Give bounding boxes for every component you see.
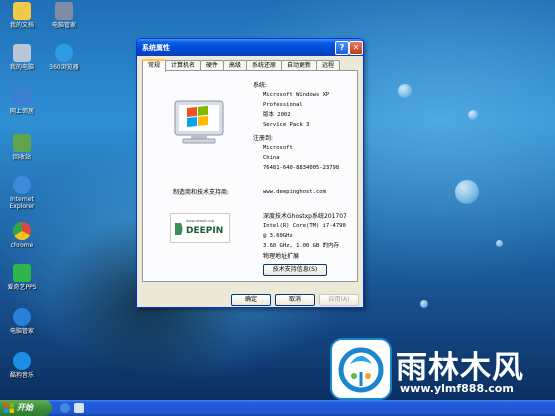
desktop-icon-network[interactable]: 网上邻居 [0,88,44,115]
recycle-bin-icon [13,134,31,152]
icon-label: 360浏览器 [49,64,79,71]
quick-launch-desktop-icon[interactable] [74,403,84,413]
registered-org: China [263,155,280,161]
general-tab-panel: 系统: Microsoft Windows XP Professional 版本… [142,70,358,282]
tab-advanced[interactable]: 高级 [223,60,247,70]
icon-label: Internet Explorer [9,196,35,210]
help-icon: ? [339,43,345,52]
water-drop [468,110,478,120]
kugou-icon [13,352,31,370]
taskbar: 开始 [0,400,555,416]
iqiyi-icon [13,264,31,282]
oem-system-name: 深度技术Ghostxp系统201707 [263,213,347,220]
support-info-button[interactable]: 技术支持信息(S) [263,264,327,276]
icon-label: chrome [10,242,34,249]
close-button[interactable]: ✕ [349,41,363,55]
watermark: 雨林木风 www.ylmf888.com [330,338,550,408]
water-drop [398,84,412,98]
desktop-icon-my-documents[interactable]: 我的文档 [0,2,44,29]
pc-manager-icon [55,2,73,20]
icon-label: 爱奇艺PPS [7,284,37,291]
network-places-icon [13,88,31,106]
deepin-logo: www.deepin.org DEEPIN [170,213,230,243]
my-documents-icon [13,2,31,20]
desktop-icon-kugou[interactable]: 酷狗音乐 [0,352,44,379]
tab-general[interactable]: 常规 [142,59,166,72]
cpu-model: Intel(R) Core(TM) i7-4790 [263,223,346,229]
watermark-name: 雨林木风 [396,350,524,386]
os-name: Microsoft Windows XP [263,92,330,98]
icon-label: 我的电脑 [9,64,34,71]
quick-launch-browser-icon[interactable] [60,403,70,413]
windows-flag-icon [4,403,14,413]
tab-system-restore[interactable]: 系统还原 [246,60,282,70]
tab-strip: 常规 计算机名 硬件 高级 系统还原 自动更新 远程 [142,59,358,72]
cpu-speed: @ 3.60GHz [263,233,293,239]
windows-xp-logo-icon [174,100,224,144]
icon-label: 回收站 [12,154,31,161]
desktop-icon-360-browser[interactable]: 360浏览器 [42,44,86,71]
tab-remote[interactable]: 远程 [316,60,340,70]
window-title: 系统属性 [142,44,170,52]
apply-button[interactable]: 应用(A) [319,294,359,306]
desktop-icon-chrome[interactable]: chrome [0,222,44,249]
water-drop [455,180,479,204]
desktop-icon-pc-manager-2[interactable]: 电脑管家 [0,308,44,335]
cancel-button[interactable]: 取消 [275,294,315,306]
tab-computer-name[interactable]: 计算机名 [165,60,201,70]
icon-label: 电脑管家 [9,328,34,335]
pae-info: 物理地址扩展 [263,253,300,260]
icon-label: 酷狗音乐 [9,372,34,379]
os-edition: Professional [263,102,303,108]
start-label: 开始 [17,403,33,412]
browser-360-icon [55,44,73,62]
os-service-pack: Service Pack 3 [263,122,310,128]
ylmf-logo-icon [330,338,392,400]
desktop-icon-recycle-bin[interactable]: 回收站 [0,134,44,161]
tab-hardware[interactable]: 硬件 [200,60,224,70]
water-drop [496,240,503,247]
ie-icon [13,176,31,194]
os-version: 版本 2002 [263,112,291,118]
deepin-mark-icon [175,223,183,235]
my-computer-icon [13,44,31,62]
registered-owner: Microsoft [263,145,293,151]
system-heading: 系统: [253,82,268,89]
ok-button[interactable]: 确定 [231,294,271,306]
logo-text: DEEPIN [186,226,224,236]
system-properties-window: 系统属性 ? ✕ 常规 计算机名 硬件 高级 系统还原 自动更新 远程 系统: … [136,38,364,308]
close-icon: ✕ [352,43,360,52]
watermark-url: www.ylmf888.com [400,382,514,395]
logo-small-text: www.deepin.org [186,219,215,223]
desktop-icon-ie[interactable]: Internet Explorer [0,176,44,210]
desktop-icon-iqiyi[interactable]: 爱奇艺PPS [0,264,44,291]
tab-auto-update[interactable]: 自动更新 [281,60,317,70]
pc-manager-2-icon [13,308,31,326]
oem-url: www.deepinghost.com [263,189,326,195]
start-button[interactable]: 开始 [0,400,52,416]
icon-label: 网上邻居 [9,108,34,115]
desktop-icon-my-computer[interactable]: 我的电脑 [0,44,44,71]
registered-heading: 注册到: [253,135,274,142]
chrome-icon [13,222,31,240]
memory-info: 3.60 GHz, 1.00 GB 的内存 [263,243,340,249]
water-drop [420,300,428,308]
help-button[interactable]: ? [335,41,349,55]
desktop-icon-pc-manager[interactable]: 电脑管家 [42,2,86,29]
icon-label: 我的文档 [9,22,34,29]
title-bar[interactable]: 系统属性 ? ✕ [137,39,363,56]
icon-label: 电脑管家 [51,22,76,29]
oem-caption: 制造商和技术支持商: [173,189,230,196]
product-id: 76481-640-8834005-23798 [263,165,340,171]
